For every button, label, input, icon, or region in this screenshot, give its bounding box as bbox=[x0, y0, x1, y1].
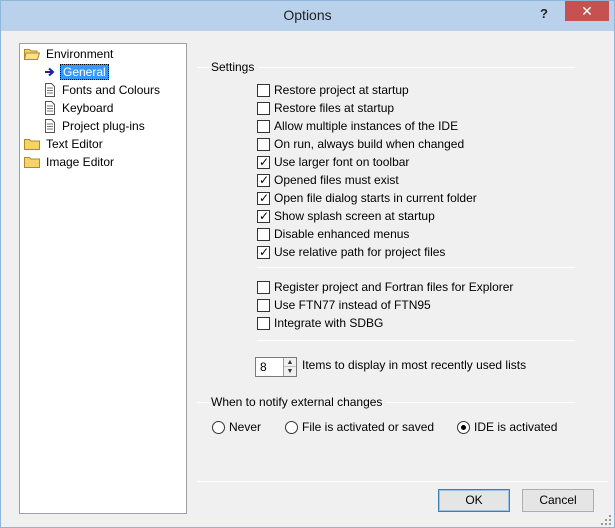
settings-group-label: Settings bbox=[211, 60, 259, 74]
checkbox-label: Open file dialog starts in current folde… bbox=[274, 191, 477, 205]
checkbox-label: Register project and Fortran files for E… bbox=[274, 280, 514, 294]
checkbox-label: Use relative path for project files bbox=[274, 245, 446, 259]
mru-count-value[interactable]: 8 bbox=[260, 360, 267, 374]
spinner-buttons: ▲ ▼ bbox=[283, 358, 296, 376]
checkbox-label: Restore files at startup bbox=[274, 101, 395, 115]
page-icon bbox=[44, 101, 56, 115]
radio-label: Never bbox=[229, 420, 262, 434]
checkbox[interactable] bbox=[257, 317, 270, 330]
radio-button[interactable] bbox=[285, 421, 298, 434]
checkbox-label: Disable enhanced menus bbox=[274, 227, 410, 241]
checkbox-label: Restore project at startup bbox=[274, 83, 409, 97]
footer-divider bbox=[197, 481, 608, 482]
checkbox-label: On run, always build when changed bbox=[274, 137, 465, 151]
checkbox-label: Integrate with SDBG bbox=[274, 316, 384, 330]
tree-label-general: General bbox=[60, 64, 109, 80]
checkbox-label: Use larger font on toolbar bbox=[274, 155, 410, 169]
checkbox[interactable]: ✓ bbox=[257, 191, 270, 205]
resize-grip-icon[interactable] bbox=[601, 514, 611, 525]
arrow-right-icon bbox=[44, 66, 56, 78]
tree-label-keyboard: Keyboard bbox=[62, 101, 114, 115]
checkmark-icon: ✓ bbox=[259, 245, 270, 259]
checkbox[interactable] bbox=[257, 120, 270, 133]
checkmark-icon: ✓ bbox=[259, 209, 270, 223]
checkbox-label: Opened files must exist bbox=[274, 173, 399, 187]
settings-separator-2 bbox=[257, 340, 575, 341]
folder-icon bbox=[24, 156, 40, 168]
radio-label: IDE is activated bbox=[474, 420, 558, 434]
checkbox[interactable] bbox=[257, 102, 270, 115]
checkbox[interactable] bbox=[257, 299, 270, 312]
checkbox-label: Show splash screen at startup bbox=[274, 209, 435, 223]
checkmark-icon: ✓ bbox=[259, 155, 270, 169]
checkbox-label: Allow multiple instances of the IDE bbox=[274, 119, 459, 133]
mru-label: Items to display in most recently used l… bbox=[302, 358, 527, 372]
options-dialog: Options ? ✕ Environment General Fonts an… bbox=[0, 0, 615, 528]
checkbox[interactable]: ✓ bbox=[257, 173, 270, 187]
notify-group-label: When to notify external changes bbox=[211, 395, 387, 409]
page-icon bbox=[44, 83, 56, 97]
checkbox[interactable]: ✓ bbox=[257, 245, 270, 259]
settings-separator-1 bbox=[257, 267, 575, 268]
folder-icon bbox=[24, 138, 40, 150]
radio-button[interactable] bbox=[457, 421, 470, 434]
checkmark-icon: ✓ bbox=[259, 173, 270, 187]
ok-button[interactable]: OK bbox=[438, 489, 510, 512]
checkbox[interactable] bbox=[257, 281, 270, 294]
radio-dot-icon bbox=[461, 425, 466, 430]
tree-label-text-editor: Text Editor bbox=[46, 137, 103, 151]
spinner-up-button[interactable]: ▲ bbox=[284, 358, 296, 367]
checkbox-label: Use FTN77 instead of FTN95 bbox=[274, 298, 431, 312]
help-button[interactable]: ? bbox=[540, 6, 548, 21]
mru-count-spinner[interactable]: 8 ▲ ▼ bbox=[255, 357, 297, 377]
page-icon bbox=[44, 119, 56, 133]
checkbox[interactable] bbox=[257, 138, 270, 151]
options-tree[interactable]: Environment General Fonts and Colours Ke… bbox=[19, 43, 187, 514]
tree-label-project-plugins: Project plug-ins bbox=[62, 119, 145, 133]
tree-label-image-editor: Image Editor bbox=[46, 155, 115, 169]
close-button[interactable]: ✕ bbox=[565, 1, 609, 21]
radio-label: File is activated or saved bbox=[302, 420, 435, 434]
checkmark-icon: ✓ bbox=[259, 191, 270, 205]
checkbox[interactable] bbox=[257, 228, 270, 241]
window-title: Options bbox=[283, 7, 332, 23]
title-bar[interactable]: Options ? ✕ bbox=[1, 1, 614, 31]
spinner-down-button[interactable]: ▼ bbox=[284, 367, 296, 376]
tree-label-environment: Environment bbox=[46, 47, 114, 61]
folder-open-icon bbox=[24, 48, 40, 60]
tree-label-fonts-colours: Fonts and Colours bbox=[62, 83, 161, 97]
checkbox[interactable] bbox=[257, 84, 270, 97]
radio-button[interactable] bbox=[212, 421, 225, 434]
cancel-button[interactable]: Cancel bbox=[522, 489, 594, 512]
checkbox[interactable]: ✓ bbox=[257, 209, 270, 223]
checkbox[interactable]: ✓ bbox=[257, 155, 270, 169]
